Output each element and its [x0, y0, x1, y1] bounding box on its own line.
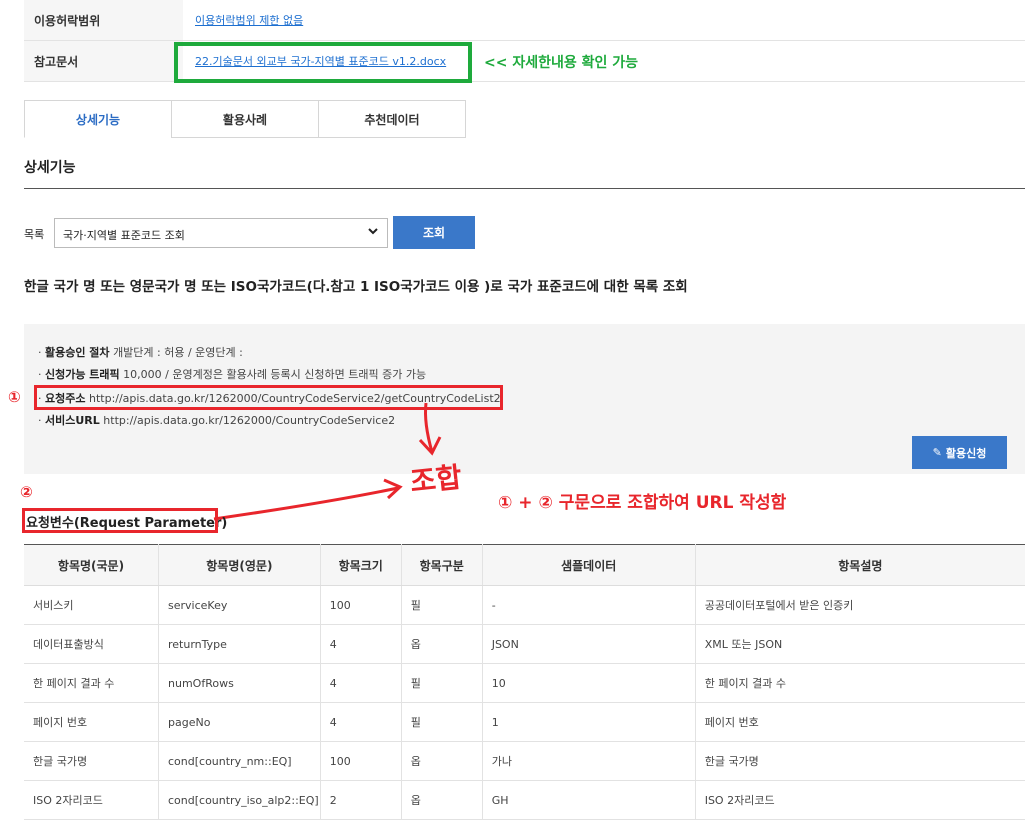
table-row: 데이터표출방식 returnType 4 옵 JSON XML 또는 JSON — [24, 624, 1025, 664]
table-row: ISO 2자리코드 cond[country_iso_alp2::EQ] 2 옵 GH I… — [24, 780, 1025, 820]
param-type: 옵 — [401, 741, 483, 781]
combine-handwritten: 조합 — [408, 460, 464, 499]
param-name-en: pageNo — [158, 702, 321, 742]
param-description: 페이지 번호 — [695, 702, 1025, 742]
param-name-kr: ISO 2자리코드 — [24, 780, 159, 820]
header-description: 항목설명 — [695, 544, 1025, 586]
param-type: 필 — [401, 585, 483, 625]
param-name-kr: 데이터표출방식 — [24, 624, 159, 664]
param-description: 한글 국가명 — [695, 741, 1025, 781]
param-size: 4 — [320, 702, 402, 742]
param-size: 4 — [320, 663, 402, 703]
param-sample: GH — [482, 780, 696, 820]
param-name-kr: 한글 국가명 — [24, 741, 159, 781]
header-type: 항목구분 — [401, 544, 483, 586]
param-sample: JSON — [482, 624, 696, 664]
param-name-kr: 서비스키 — [24, 585, 159, 625]
param-sample: 가나 — [482, 741, 696, 781]
request-parameter-table: 항목명(국문) 항목명(영문) 항목크기 항목구분 샘플데이터 항목설명 서비스… — [24, 544, 1025, 820]
param-name-kr: 페이지 번호 — [24, 702, 159, 742]
combine-note: ① + ② 구문으로 조합하여 URL 작성함 — [498, 493, 787, 513]
param-name-en: numOfRows — [158, 663, 321, 703]
table-row: 서비스키 serviceKey 100 필 - 공공데이터포털에서 받은 인증키 — [24, 585, 1025, 625]
param-size: 2 — [320, 780, 402, 820]
header-name-en: 항목명(영문) — [158, 544, 321, 586]
table-row: 한 페이지 결과 수 numOfRows 4 필 10 한 페이지 결과 수 — [24, 663, 1025, 703]
param-description: 한 페이지 결과 수 — [695, 663, 1025, 703]
table-row: 페이지 번호 pageNo 4 필 1 페이지 번호 — [24, 702, 1025, 742]
param-description: XML 또는 JSON — [695, 624, 1025, 664]
param-type: 옵 — [401, 780, 483, 820]
params-title-highlight-box — [22, 508, 218, 533]
param-size: 100 — [320, 585, 402, 625]
params-header-row: 항목명(국문) 항목명(영문) 항목크기 항목구분 샘플데이터 항목설명 — [24, 544, 1025, 586]
param-name-en: cond[country_iso_alp2::EQ] — [158, 780, 321, 820]
param-type: 필 — [401, 702, 483, 742]
param-name-en: returnType — [158, 624, 321, 664]
param-description: 공공데이터포털에서 받은 인증키 — [695, 585, 1025, 625]
param-size: 100 — [320, 741, 402, 781]
param-name-en: cond[country_nm::EQ] — [158, 741, 321, 781]
param-sample: 10 — [482, 663, 696, 703]
param-type: 옵 — [401, 624, 483, 664]
param-sample: - — [482, 585, 696, 625]
param-name-kr: 한 페이지 결과 수 — [24, 663, 159, 703]
param-type: 필 — [401, 663, 483, 703]
param-sample: 1 — [482, 702, 696, 742]
param-size: 4 — [320, 624, 402, 664]
param-description: ISO 2자리코드 — [695, 780, 1025, 820]
table-row: 한글 국가명 cond[country_nm::EQ] 100 옵 가나 한글 국가명 — [24, 741, 1025, 781]
header-sample: 샘플데이터 — [482, 544, 696, 586]
param-name-en: serviceKey — [158, 585, 321, 625]
header-name-kr: 항목명(국문) — [24, 544, 159, 586]
header-size: 항목크기 — [320, 544, 402, 586]
